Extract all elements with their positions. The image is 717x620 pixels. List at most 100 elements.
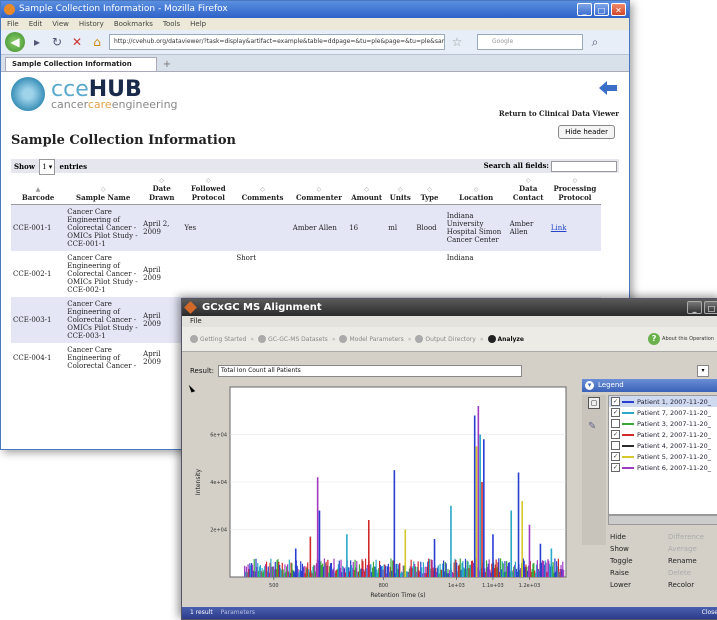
menu-history[interactable]: History [79, 18, 104, 30]
search-all-fields-input[interactable] [551, 161, 617, 172]
legend-item[interactable]: ✓ Patient 6, 2007-11-20_ [609, 462, 717, 473]
show-action[interactable]: Show [606, 543, 664, 555]
step-output-directory[interactable]: Output Directory [415, 335, 476, 343]
result-select[interactable]: Total Ion Count all Patients [218, 365, 522, 377]
legend-header[interactable]: ▾ Legend [582, 379, 717, 392]
ccehub-logo[interactable]: cceHUB cancercareengineering [11, 77, 178, 111]
col-data-contact[interactable]: ◇ Data Contact [507, 175, 549, 205]
gc-maximize-button[interactable]: □ [704, 301, 717, 314]
gc-menu-file[interactable]: File [190, 317, 202, 325]
about-operation-button[interactable]: ? About this Operation [648, 333, 714, 345]
entries-label: entries [59, 162, 88, 171]
legend-checkbox[interactable]: ✓ [611, 430, 620, 439]
processing-protocol-link[interactable]: Link [548, 204, 601, 251]
menu-file[interactable]: File [7, 18, 19, 30]
gc-minimize-button[interactable]: _ [687, 301, 702, 314]
recolor-action[interactable]: Recolor [664, 579, 717, 591]
legend-label: Patient 2, 2007-11-20_ [637, 430, 711, 439]
step-getting-started[interactable]: Getting Started [190, 335, 246, 343]
legend-checkbox[interactable]: ✓ [611, 408, 620, 417]
step-model-parameters[interactable]: Model Parameters [339, 335, 404, 343]
x-tick-label: 800 [379, 583, 389, 589]
menu-bookmarks[interactable]: Bookmarks [114, 18, 153, 30]
firefox-window-title: Sample Collection Information - Mozilla … [19, 4, 228, 14]
search-icon[interactable]: ⌕ [587, 35, 603, 50]
col-location[interactable]: ◇ Location [444, 175, 508, 205]
table-row: CCE-002-1 Cancer Care Engineering of Col… [11, 251, 601, 297]
firefox-titlebar[interactable]: Sample Collection Information - Mozilla … [1, 1, 629, 18]
logo-sub-care: care [87, 98, 112, 111]
square-tool-icon[interactable]: ▢ [588, 397, 600, 409]
col-sample-name[interactable]: ◇ Sample Name [65, 175, 142, 205]
search-input[interactable]: Google [477, 34, 583, 50]
navigation-toolbar: ◀ ▸ ↻ ✕ ⌂ http://cvehub.org/dataviewer/?… [1, 30, 629, 55]
average-action[interactable]: Average [664, 543, 717, 555]
return-arrow-icon[interactable] [599, 81, 617, 95]
step-icon [415, 335, 424, 343]
delete-action[interactable]: Delete [664, 567, 717, 579]
legend-checkbox[interactable] [611, 441, 620, 450]
legend-item[interactable]: ✓ Patient 5, 2007-11-20_ [609, 451, 717, 462]
step-datasets[interactable]: GC-GC-MS Datasets [258, 335, 328, 343]
legend-checkbox[interactable] [611, 419, 620, 428]
toggle-action[interactable]: Toggle [606, 555, 664, 567]
legend-horizontal-scrollbar[interactable] [608, 515, 717, 525]
cell-amount: 16 [347, 204, 387, 251]
raise-action[interactable]: Raise [606, 567, 664, 579]
col-followed-protocol[interactable]: ◇ Followed Protocol [182, 175, 235, 205]
legend-swatch [622, 444, 634, 447]
menu-edit[interactable]: Edit [29, 18, 43, 30]
tic-chart[interactable]: 2e+04 4e+04 6e+04 500 800 1e+03 1.1e+03 1.2e+03… [190, 381, 576, 607]
return-to-clinical-data-viewer-link[interactable]: Return to Clinical Data Viewer [499, 109, 619, 118]
legend-item[interactable]: Patient 3, 2007-11-20_ [609, 418, 717, 429]
reload-icon[interactable]: ↻ [49, 35, 65, 49]
lower-action[interactable]: Lower [606, 579, 664, 591]
gcxgc-titlebar[interactable]: GCxGC MS Alignment _ □ [182, 299, 717, 316]
menu-help[interactable]: Help [190, 18, 206, 30]
pencil-icon[interactable]: ✎ [588, 421, 598, 435]
legend-item[interactable]: ✓ Patient 1, 2007-11-20_ [609, 396, 717, 407]
back-button[interactable]: ◀ [5, 32, 25, 52]
cell-sample-name: Cancer Care Engineering of Colorectal Ca… [65, 343, 142, 373]
legend-swatch [622, 400, 634, 403]
legend-title: Legend [598, 381, 624, 389]
step-icon [190, 335, 198, 343]
col-date-drawn[interactable]: ◇ Date Drawn [141, 175, 183, 205]
col-commenter[interactable]: ◇ Commenter [290, 175, 348, 205]
col-amount[interactable]: ◇ Amount [347, 175, 387, 205]
tab-sample-collection[interactable]: Sample Collection Information [5, 57, 157, 71]
logo-sub-cancer: cancer [51, 98, 88, 111]
col-type[interactable]: ◇ Type [414, 175, 445, 205]
col-units[interactable]: ◇ Units [386, 175, 415, 205]
legend-checkbox[interactable]: ✓ [611, 463, 620, 472]
new-tab-button[interactable]: + [163, 58, 171, 71]
menu-view[interactable]: View [52, 18, 69, 30]
status-close[interactable]: Close [702, 607, 717, 619]
col-barcode[interactable]: ▲ Barcode [11, 175, 66, 205]
entries-select[interactable]: 1 ▾ [39, 159, 56, 175]
forward-icon[interactable]: ▸ [29, 35, 45, 49]
close-button[interactable]: ✕ [611, 3, 626, 16]
hide-action[interactable]: Hide [606, 531, 664, 543]
legend-item[interactable]: Patient 4, 2007-11-20_ [609, 440, 717, 451]
home-icon[interactable]: ⌂ [89, 35, 105, 49]
col-processing-protocol[interactable]: ◇ Processing Protocol [548, 175, 601, 205]
legend-checkbox[interactable]: ✓ [611, 397, 620, 406]
menu-tools[interactable]: Tools [163, 18, 180, 30]
difference-action[interactable]: Difference [664, 531, 717, 543]
cell-protocol [182, 251, 235, 297]
legend-checkbox[interactable]: ✓ [611, 452, 620, 461]
step-analyze[interactable]: Analyze [487, 335, 524, 343]
rename-action[interactable]: Rename [664, 555, 717, 567]
minimize-button[interactable]: _ [577, 3, 592, 16]
hide-header-button[interactable]: Hide header [558, 125, 615, 139]
maximize-button[interactable]: □ [594, 3, 609, 16]
cell-contact [507, 251, 549, 297]
stop-icon[interactable]: ✕ [69, 35, 85, 49]
result-dropdown-button[interactable]: ▾ [697, 365, 709, 377]
address-bar[interactable]: http://cvehub.org/dataviewer/?task=displ… [109, 34, 445, 50]
bookmark-star-icon[interactable]: ☆ [449, 35, 465, 49]
col-comments[interactable]: ◇ Comments [234, 175, 291, 205]
legend-item[interactable]: ✓ Patient 2, 2007-11-20_ [609, 429, 717, 440]
legend-item[interactable]: ✓ Patient 7, 2007-11-20_ [609, 407, 717, 418]
